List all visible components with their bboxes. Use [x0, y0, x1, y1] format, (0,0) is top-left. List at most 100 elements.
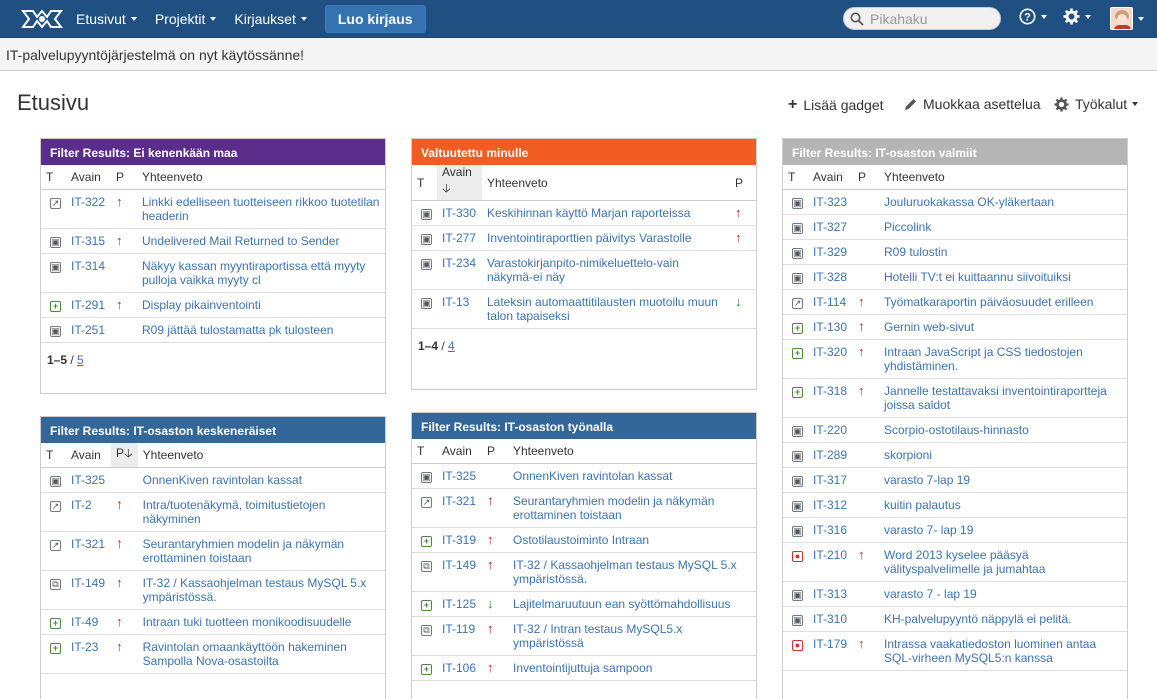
- issue-summary-link[interactable]: Lateksin automaattitilausten muotoilu mu…: [487, 295, 718, 323]
- issue-summary-link[interactable]: Scorpio-ostotilaus-hinnasto: [884, 423, 1029, 437]
- issue-summary-link[interactable]: Ostotilaustoiminto Intraan: [513, 533, 649, 547]
- nav-menu-projects[interactable]: Projektit: [146, 0, 226, 38]
- column-header-key[interactable]: Avain 🡣: [437, 165, 482, 201]
- issue-summary-link[interactable]: varasto 7 - lap 19: [884, 587, 977, 601]
- issue-key-link[interactable]: IT-119: [442, 622, 475, 636]
- issue-summary-link[interactable]: KH-palvelupyyntö näppylä ei pelitä.: [884, 612, 1071, 626]
- column-header-priority[interactable]: P: [853, 165, 879, 190]
- issue-key-link[interactable]: IT-149: [71, 576, 105, 590]
- issue-key-link[interactable]: IT-313: [813, 587, 847, 601]
- gadget-title[interactable]: Filter Results: Ei kenenkään maa: [41, 139, 385, 165]
- issue-summary-link[interactable]: Lajitelmaruutuun ean syöttömahdollisuus: [513, 597, 730, 611]
- gadget-title[interactable]: Filter Results: IT-osaston valmiit: [783, 139, 1127, 165]
- issue-summary-link[interactable]: IT-32 / Kassaohjelman testaus MySQL 5.x …: [513, 558, 737, 586]
- issue-summary-link[interactable]: Näkyy kassan myyntiraportissa että myyty…: [142, 259, 365, 287]
- settings-menu[interactable]: [1063, 8, 1091, 25]
- issue-key-link[interactable]: IT-325: [442, 469, 476, 483]
- issue-summary-link[interactable]: kuitin palautus: [884, 498, 961, 512]
- issue-key-link[interactable]: IT-316: [813, 523, 847, 537]
- issue-summary-link[interactable]: Seurantaryhmien modelin ja näkymän erott…: [513, 494, 714, 522]
- quick-search-input[interactable]: Pikahaku: [843, 7, 1001, 30]
- issue-key-link[interactable]: IT-312: [813, 498, 847, 512]
- issue-key-link[interactable]: IT-314: [71, 259, 105, 273]
- issue-summary-link[interactable]: Inventointiraporttien päivitys Varastoll…: [487, 231, 692, 245]
- edit-layout-button[interactable]: Muokkaa asettelua: [904, 96, 1041, 112]
- pagination-total-link[interactable]: 4: [448, 339, 455, 353]
- column-header-type[interactable]: T: [412, 439, 437, 464]
- issue-summary-link[interactable]: Ravintolan omaankäyttöön hakeminen Sampo…: [143, 640, 347, 668]
- column-header-type[interactable]: T: [41, 165, 66, 190]
- issue-key-link[interactable]: IT-322: [71, 195, 105, 209]
- issue-key-link[interactable]: IT-277: [442, 231, 476, 245]
- column-header-type[interactable]: T: [41, 443, 66, 468]
- issue-key-link[interactable]: IT-210: [813, 548, 847, 562]
- issue-key-link[interactable]: IT-320: [813, 345, 847, 359]
- issue-key-link[interactable]: IT-328: [813, 270, 847, 284]
- issue-key-link[interactable]: IT-149: [442, 558, 476, 572]
- issue-key-link[interactable]: IT-49: [71, 615, 98, 629]
- issue-summary-link[interactable]: Piccolink: [884, 220, 931, 234]
- issue-summary-link[interactable]: IT-32 / Intran testaus MySQL5.x ympärist…: [513, 622, 682, 650]
- issue-key-link[interactable]: IT-325: [71, 473, 105, 487]
- issue-key-link[interactable]: IT-319: [442, 533, 476, 547]
- column-header-key[interactable]: Avain: [66, 165, 111, 190]
- issue-key-link[interactable]: IT-323: [813, 195, 847, 209]
- issue-key-link[interactable]: IT-317: [813, 473, 847, 487]
- issue-summary-link[interactable]: Intra/tuotenäkymä, toimitustietojen näky…: [143, 498, 326, 526]
- issue-key-link[interactable]: IT-179: [813, 637, 847, 651]
- issue-summary-link[interactable]: Jannelle testattavaksi inventointiraport…: [884, 384, 1107, 412]
- issue-key-link[interactable]: IT-106: [442, 661, 476, 675]
- gadget-title[interactable]: Filter Results: IT-osaston keskeneräiset: [41, 417, 385, 443]
- issue-key-link[interactable]: IT-251: [71, 323, 105, 337]
- issue-key-link[interactable]: IT-318: [813, 384, 847, 398]
- column-header-summary[interactable]: Yhteenveto: [482, 165, 730, 201]
- column-header-summary[interactable]: Yhteenveto: [137, 165, 385, 190]
- issue-key-link[interactable]: IT-234: [442, 256, 476, 270]
- gadget-title[interactable]: Filter Results: IT-osaston työnalla: [412, 413, 756, 439]
- column-header-key[interactable]: Avain: [437, 439, 482, 464]
- issue-key-link[interactable]: IT-220: [813, 423, 847, 437]
- issue-summary-link[interactable]: IT-32 / Kassaohjelman testaus MySQL 5.x …: [143, 576, 367, 604]
- issue-summary-link[interactable]: Word 2013 kyselee pääsyä välityspalvelim…: [884, 548, 1045, 576]
- column-header-type[interactable]: T: [412, 165, 437, 201]
- tools-menu[interactable]: Työkalut: [1054, 96, 1139, 112]
- nav-menu-issues[interactable]: Kirjaukset: [225, 0, 315, 38]
- issue-summary-link[interactable]: Inventointijuttuja sampoon: [513, 661, 652, 675]
- issue-summary-link[interactable]: OnnenKiven ravintolan kassat: [143, 473, 302, 487]
- column-header-summary[interactable]: Yhteenveto: [508, 439, 756, 464]
- issue-summary-link[interactable]: Hotelli TV:t ei kuittaannu siivoituiksi: [884, 270, 1071, 284]
- issue-summary-link[interactable]: Intraan tuki tuotteen monikoodisuudelle: [143, 615, 352, 629]
- issue-summary-link[interactable]: Intrassa vaakatiedoston luominen antaa S…: [884, 637, 1096, 665]
- column-header-type[interactable]: T: [783, 165, 808, 190]
- issue-summary-link[interactable]: Työmatkaraportin päiväosuudet erilleen: [884, 295, 1093, 309]
- issue-key-link[interactable]: IT-329: [813, 245, 847, 259]
- issue-key-link[interactable]: IT-2: [71, 498, 92, 512]
- issue-summary-link[interactable]: Keskihinnan käyttö Marjan raporteissa: [487, 206, 690, 220]
- issue-summary-link[interactable]: Varastokirjanpito-nimikeluettelo-vain nä…: [487, 256, 679, 284]
- create-issue-button[interactable]: Luo kirjaus: [324, 4, 426, 33]
- issue-key-link[interactable]: IT-289: [813, 448, 847, 462]
- issue-key-link[interactable]: IT-291: [71, 298, 105, 312]
- issue-summary-link[interactable]: Linkki edelliseen tuotteiseen rikkoo tuo…: [142, 195, 379, 223]
- issue-key-link[interactable]: IT-13: [442, 295, 469, 309]
- column-header-summary[interactable]: Yhteenveto: [879, 165, 1127, 190]
- nav-menu-dashboards[interactable]: Etusivut: [67, 0, 146, 38]
- jira-logo[interactable]: [17, 0, 67, 38]
- issue-key-link[interactable]: IT-330: [442, 206, 476, 220]
- add-gadget-button[interactable]: + Lisää gadget: [788, 96, 884, 114]
- issue-key-link[interactable]: IT-130: [813, 320, 847, 334]
- issue-key-link[interactable]: IT-315: [71, 234, 105, 248]
- gadget-title[interactable]: Valtuutettu minulle: [412, 139, 756, 165]
- issue-key-link[interactable]: IT-321: [442, 494, 476, 508]
- issue-key-link[interactable]: IT-321: [71, 537, 105, 551]
- help-menu[interactable]: ?: [1019, 8, 1047, 25]
- issue-key-link[interactable]: IT-23: [71, 640, 98, 654]
- issue-key-link[interactable]: IT-327: [813, 220, 847, 234]
- issue-key-link[interactable]: IT-125: [442, 597, 476, 611]
- column-header-key[interactable]: Avain: [66, 443, 111, 468]
- column-header-summary[interactable]: Yhteenveto: [137, 443, 385, 468]
- issue-summary-link[interactable]: Intraan JavaScript ja CSS tiedostojen yh…: [884, 345, 1083, 373]
- issue-summary-link[interactable]: Gernin web-sivut: [884, 320, 974, 334]
- column-header-priority[interactable]: P: [111, 165, 137, 190]
- issue-key-link[interactable]: IT-114: [813, 295, 846, 309]
